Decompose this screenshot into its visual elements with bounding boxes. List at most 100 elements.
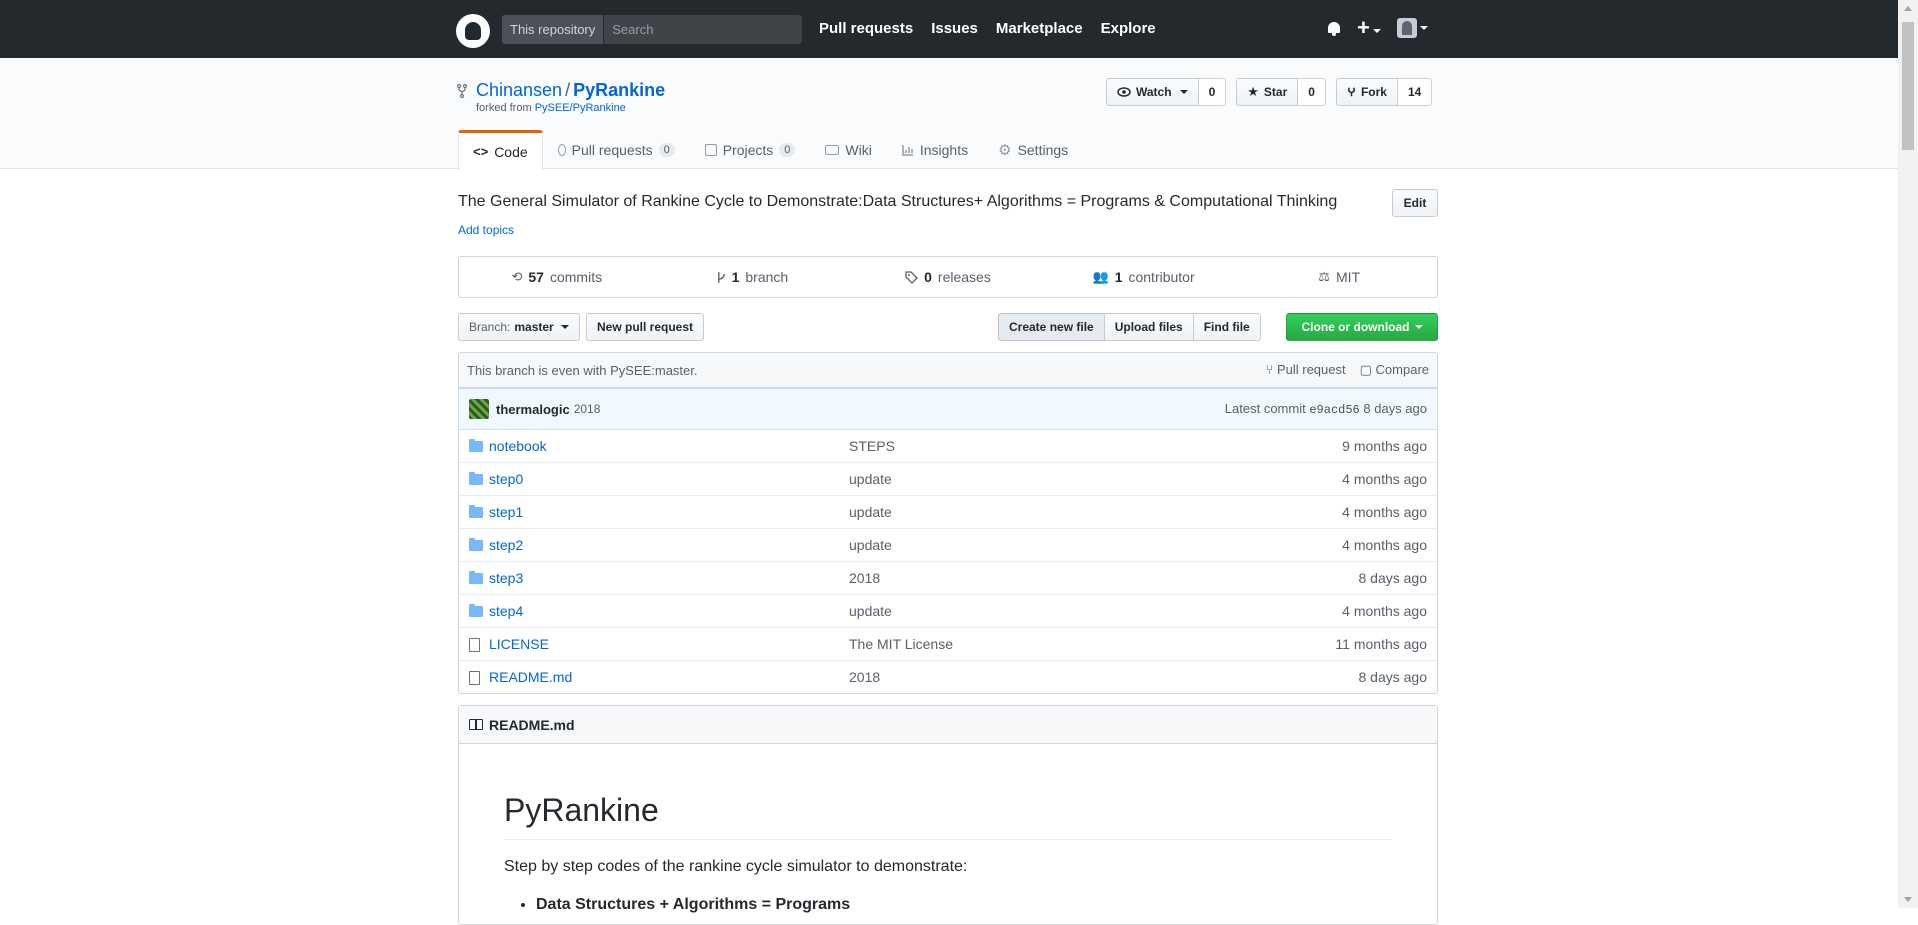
tab-label: Projects [722,142,774,158]
watch-group: Watch 0 [1106,78,1227,106]
readme-box: README.md PyRankine Step by step codes o… [458,705,1438,925]
commits-summary[interactable]: ⟲ 57 commits [459,269,655,285]
file-age: 8 days ago [1358,669,1428,685]
folder-icon [469,438,483,452]
nav-pull-requests[interactable]: Pull requests [819,20,913,37]
branch-infobar: This branch is even with PySEE:master. ⑂… [458,352,1438,388]
fork-label: Fork [1360,85,1387,99]
tab-settings[interactable]: ⚙ Settings [983,130,1083,170]
branch-status-text: This branch is even with PySEE:master. [467,362,698,378]
tab-label: Code [494,143,528,160]
branch-summary[interactable]: 1 branch [655,269,851,285]
branch-select-menu[interactable]: Branch: master [458,313,580,341]
latest-commit-info: Latest commit e9acd56 8 days ago [1225,401,1427,417]
file-name-link[interactable]: notebook [489,438,849,454]
tab-code[interactable]: <> Code [458,130,543,171]
table-row: step4 update 4 months ago [459,594,1437,627]
organization-icon: 👥 [1092,269,1109,284]
list-item: Data Structures + Algorithms = Programs [536,896,1392,914]
contributors-summary[interactable]: 👥 1 contributor [1046,269,1242,285]
commit-sha[interactable]: e9acd56 [1309,403,1359,417]
git-branch-icon [717,271,725,283]
star-label: Star [1263,85,1288,99]
graph-icon [902,145,913,156]
file-actions: Create new file Upload files Find file [998,313,1261,341]
tab-insights[interactable]: Insights [887,130,983,170]
clone-or-download-button[interactable]: Clone or download [1286,313,1438,341]
file-name-link[interactable]: step2 [489,537,849,553]
github-logo-icon[interactable] [456,14,490,48]
repo-name-link[interactable]: PyRankine [573,80,665,100]
file-age: 4 months ago [1342,504,1427,520]
fork-button[interactable]: Fork [1335,78,1398,106]
star-count[interactable]: 0 [1298,78,1326,106]
star-button[interactable]: ★ Star [1236,78,1299,106]
avatar[interactable] [469,399,489,419]
license-summary[interactable]: ⚖ MIT [1241,269,1437,285]
edit-description-button[interactable]: Edit [1392,189,1438,217]
file-icon [469,670,480,685]
tab-count: 0 [658,143,675,157]
forked-prefix: forked from [476,102,532,114]
plus-icon: + [1357,15,1370,40]
releases-summary[interactable]: 0 releases [850,269,1046,285]
search-scope-label: This repository [502,15,605,44]
commit-message-link[interactable]: update [849,471,1269,487]
upload-files-button[interactable]: Upload files [1103,313,1194,341]
new-pull-request-button[interactable]: New pull request [586,313,705,341]
releases-count: 0 [924,269,932,285]
search-input[interactable] [604,15,802,44]
file-name-link[interactable]: README.md [489,669,849,685]
table-row: step2 update 4 months ago [459,528,1437,561]
create-new-file-button[interactable]: Create new file [998,313,1105,341]
file-name-link[interactable]: LICENSE [489,636,849,652]
commit-message-link[interactable]: 2018 [849,669,1269,685]
commit-message-link[interactable]: The MIT License [849,636,1269,652]
commit-message-link[interactable]: 2018 [849,570,1269,586]
chevron-down-icon [1179,90,1188,94]
chevron-down-icon [1419,26,1428,30]
notifications-bell-icon[interactable] [1327,20,1341,36]
watch-button[interactable]: Watch [1106,78,1199,106]
branch-prefix: Branch: [469,320,511,334]
tab-wiki[interactable]: Wiki [810,130,886,170]
file-name-link[interactable]: step0 [489,471,849,487]
branch-infobar-actions: ⑂ Pull request ▢ Compare [1266,362,1429,378]
nav-marketplace[interactable]: Marketplace [996,20,1083,37]
repo-owner-link[interactable]: Chinansen [476,80,562,100]
global-header: This repository Pull requests Issues Mar… [0,0,1918,58]
create-new-menu[interactable]: + [1357,15,1381,40]
readme-filename: README.md [489,716,575,733]
scroll-down-arrow-icon[interactable] [1904,897,1912,902]
commit-message[interactable]: 2018 [574,402,601,416]
file-name-link[interactable]: step4 [489,603,849,619]
repo-tabs: <> Code Pull requests 0 Projects 0 Wiki … [458,130,1083,171]
commit-message-link[interactable]: update [849,504,1269,520]
contributor-label: contributor [1128,269,1195,285]
file-name-link[interactable]: step3 [489,570,849,586]
folder-icon [469,604,483,617]
watch-count[interactable]: 0 [1198,78,1227,106]
watch-label: Watch [1136,85,1172,99]
search-bar: This repository [502,15,802,44]
fork-count[interactable]: 14 [1397,78,1433,106]
commit-author[interactable]: thermalogic [496,402,570,417]
page-scrollbar[interactable] [1898,0,1918,908]
file-age: 4 months ago [1342,471,1427,487]
commit-message-link[interactable]: update [849,537,1269,553]
tab-projects[interactable]: Projects 0 [690,130,811,170]
pull-request-link[interactable]: ⑂ Pull request [1266,362,1346,378]
tab-pull-requests[interactable]: Pull requests 0 [543,130,690,170]
scroll-up-arrow-icon[interactable] [1904,6,1912,11]
scrollbar-thumb[interactable] [1902,22,1914,150]
user-menu[interactable] [1396,18,1428,38]
find-file-button[interactable]: Find file [1192,313,1261,341]
commit-message-link[interactable]: update [849,603,1269,619]
forked-from-link[interactable]: PySEE/PyRankine [535,102,626,114]
add-topics-link[interactable]: Add topics [458,223,514,237]
file-name-link[interactable]: step1 [489,504,849,520]
compare-link[interactable]: ▢ Compare [1360,362,1429,378]
nav-explore[interactable]: Explore [1101,20,1156,37]
nav-issues[interactable]: Issues [931,20,978,37]
commit-message-link[interactable]: STEPS [849,438,1269,454]
